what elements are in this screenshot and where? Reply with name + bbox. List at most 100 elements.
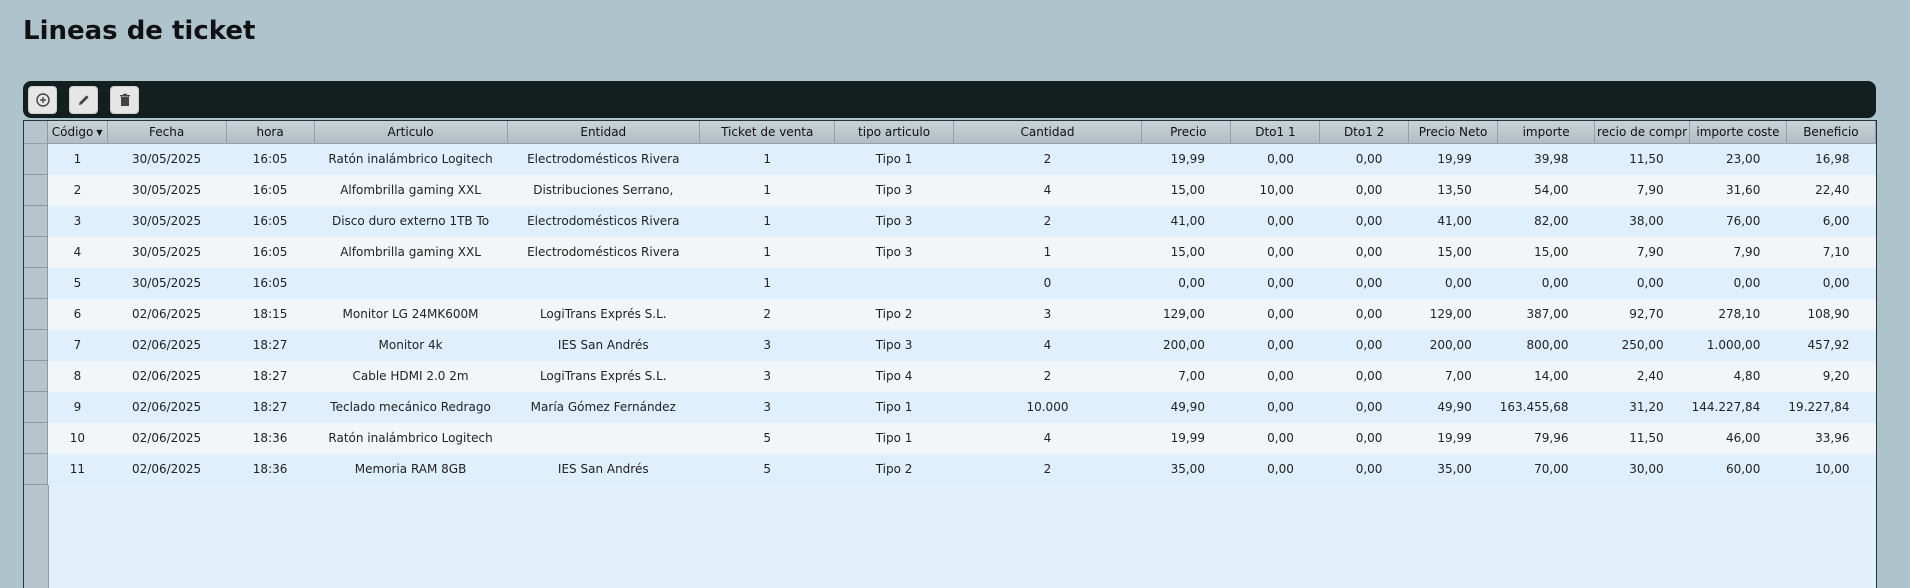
row-header[interactable]	[24, 453, 48, 485]
table-cell[interactable]: 3	[699, 329, 835, 361]
table-cell[interactable]: Tipo 1	[834, 143, 954, 175]
table-cell[interactable]: 0,00	[1230, 236, 1320, 268]
table-cell[interactable]: 14,00	[1497, 360, 1595, 392]
table-cell[interactable]: 0,00	[1319, 267, 1409, 299]
table-cell[interactable]: 0,00	[1319, 391, 1409, 423]
column-header[interactable]: hora	[226, 121, 315, 144]
table-cell[interactable]: Memoria RAM 8GB	[314, 453, 508, 485]
table-row[interactable]: 7 02/06/2025 18:27 Monitor 4k IES San Andrés…	[24, 329, 1876, 361]
table-cell[interactable]: 19,99	[1141, 422, 1231, 454]
table-cell[interactable]: 02/06/2025	[107, 360, 227, 392]
table-cell[interactable]: 18:15	[226, 298, 315, 330]
column-header[interactable]: recio de compr	[1594, 121, 1691, 144]
table-cell[interactable]: 4	[47, 236, 108, 268]
table-cell[interactable]: 19.227,84	[1786, 391, 1876, 423]
table-cell[interactable]: 02/06/2025	[107, 391, 227, 423]
column-header[interactable]: Dto1 2	[1319, 121, 1409, 144]
column-header[interactable]: Cantidad	[953, 121, 1143, 144]
row-header[interactable]	[24, 236, 48, 268]
table-cell[interactable]: 8	[47, 360, 108, 392]
column-header[interactable]: tipo articulo	[834, 121, 954, 144]
table-cell[interactable]: 5	[699, 453, 835, 485]
row-header[interactable]	[24, 267, 48, 299]
table-cell[interactable]: 54,00	[1497, 174, 1595, 206]
table-cell[interactable]: 13,50	[1408, 174, 1498, 206]
table-cell[interactable]: 4	[953, 329, 1142, 361]
table-cell[interactable]: 11,50	[1594, 422, 1690, 454]
table-cell[interactable]: 144.227,84	[1689, 391, 1787, 423]
table-cell[interactable]: Teclado mecánico Redrago	[314, 391, 508, 423]
table-cell[interactable]: Tipo 1	[834, 391, 954, 423]
table-row[interactable]: 6 02/06/2025 18:15 Monitor LG 24MK600M LogiT…	[24, 298, 1876, 330]
table-cell[interactable]: 18:27	[226, 360, 315, 392]
table-cell[interactable]: Tipo 3	[834, 329, 954, 361]
table-cell[interactable]: 0,00	[1230, 329, 1320, 361]
table-cell[interactable]: IES San Andrés	[507, 453, 700, 485]
table-cell[interactable]: 02/06/2025	[107, 298, 227, 330]
table-cell[interactable]: 30/05/2025	[107, 205, 227, 237]
table-cell[interactable]: 3	[699, 391, 835, 423]
table-cell[interactable]: 18:36	[226, 453, 315, 485]
table-cell[interactable]: 1	[699, 267, 835, 299]
table-cell[interactable]: 15,00	[1141, 174, 1231, 206]
table-cell[interactable]: Electrodomésticos Rivera	[507, 205, 700, 237]
table-cell[interactable]: 1	[699, 143, 835, 175]
table-cell[interactable]: Monitor 4k	[314, 329, 508, 361]
column-header[interactable]: importe	[1497, 121, 1595, 144]
table-cell[interactable]: 16:05	[226, 267, 315, 299]
table-cell[interactable]: 129,00	[1408, 298, 1498, 330]
column-header[interactable]: Fecha	[107, 121, 227, 144]
table-cell[interactable]: 60,00	[1689, 453, 1787, 485]
table-cell[interactable]: 49,90	[1141, 391, 1231, 423]
table-cell[interactable]: 23,00	[1689, 143, 1787, 175]
table-cell[interactable]: 0,00	[1141, 267, 1231, 299]
table-cell[interactable]: 92,70	[1594, 298, 1690, 330]
row-header[interactable]	[24, 174, 48, 206]
table-cell[interactable]: 7,90	[1594, 174, 1690, 206]
table-cell[interactable]: 1	[699, 174, 835, 206]
table-cell[interactable]: 0,00	[1230, 360, 1320, 392]
delete-button[interactable]	[110, 85, 139, 114]
table-cell[interactable]: Electrodomésticos Rivera	[507, 236, 700, 268]
table-cell[interactable]: 41,00	[1141, 205, 1231, 237]
table-cell[interactable]: 0,00	[1689, 267, 1787, 299]
table-cell[interactable]: Monitor LG 24MK600M	[314, 298, 508, 330]
table-cell[interactable]: 22,40	[1786, 174, 1876, 206]
edit-button[interactable]	[69, 85, 98, 114]
table-row[interactable]: 3 30/05/2025 16:05 Disco duro externo 1TB T…	[24, 205, 1876, 237]
column-header[interactable]: Ticket de venta	[699, 121, 836, 144]
table-cell[interactable]: Tipo 3	[834, 236, 954, 268]
table-cell[interactable]: 19,99	[1408, 143, 1498, 175]
table-cell[interactable]: 10,00	[1786, 453, 1876, 485]
table-cell[interactable]: 0,00	[1319, 360, 1409, 392]
table-cell[interactable]: María Gómez Fernández	[507, 391, 700, 423]
table-cell[interactable]: 16:05	[226, 143, 315, 175]
table-cell[interactable]: 15,00	[1497, 236, 1595, 268]
column-header[interactable]: importe coste	[1689, 121, 1787, 144]
table-cell[interactable]: 200,00	[1141, 329, 1231, 361]
table-row[interactable]: 9 02/06/2025 18:27 Teclado mecánico Redrago…	[24, 391, 1876, 423]
table-cell[interactable]: 800,00	[1497, 329, 1595, 361]
table-cell[interactable]: 2	[699, 298, 835, 330]
table-cell[interactable]: 3	[953, 298, 1142, 330]
row-header[interactable]	[24, 143, 48, 175]
table-cell[interactable]: 7,00	[1408, 360, 1498, 392]
table-cell[interactable]: 31,20	[1594, 391, 1690, 423]
table-cell[interactable]: 76,00	[1689, 205, 1787, 237]
table-cell[interactable]: 9,20	[1786, 360, 1876, 392]
table-cell[interactable]: 0,00	[1497, 267, 1595, 299]
table-cell[interactable]: 02/06/2025	[107, 329, 227, 361]
table-row[interactable]: 1 30/05/2025 16:05 Ratón inalámbrico Logite…	[24, 143, 1876, 175]
column-header[interactable]: Beneficio	[1786, 121, 1876, 144]
table-cell[interactable]: 10	[47, 422, 108, 454]
table-cell[interactable]: 0,00	[1319, 422, 1409, 454]
table-cell[interactable]: 6,00	[1786, 205, 1876, 237]
table-cell[interactable]: 30/05/2025	[107, 143, 227, 175]
row-header[interactable]	[24, 391, 48, 423]
table-cell[interactable]: 2	[953, 453, 1142, 485]
table-cell[interactable]: 0,00	[1230, 422, 1320, 454]
table-row[interactable]: 10 02/06/2025 18:36 Ratón inalámbrico Logit…	[24, 422, 1876, 454]
table-cell[interactable]: Alfombrilla gaming XXL	[314, 174, 508, 206]
table-cell[interactable]: 4,80	[1689, 360, 1787, 392]
table-cell[interactable]: 11	[47, 453, 108, 485]
